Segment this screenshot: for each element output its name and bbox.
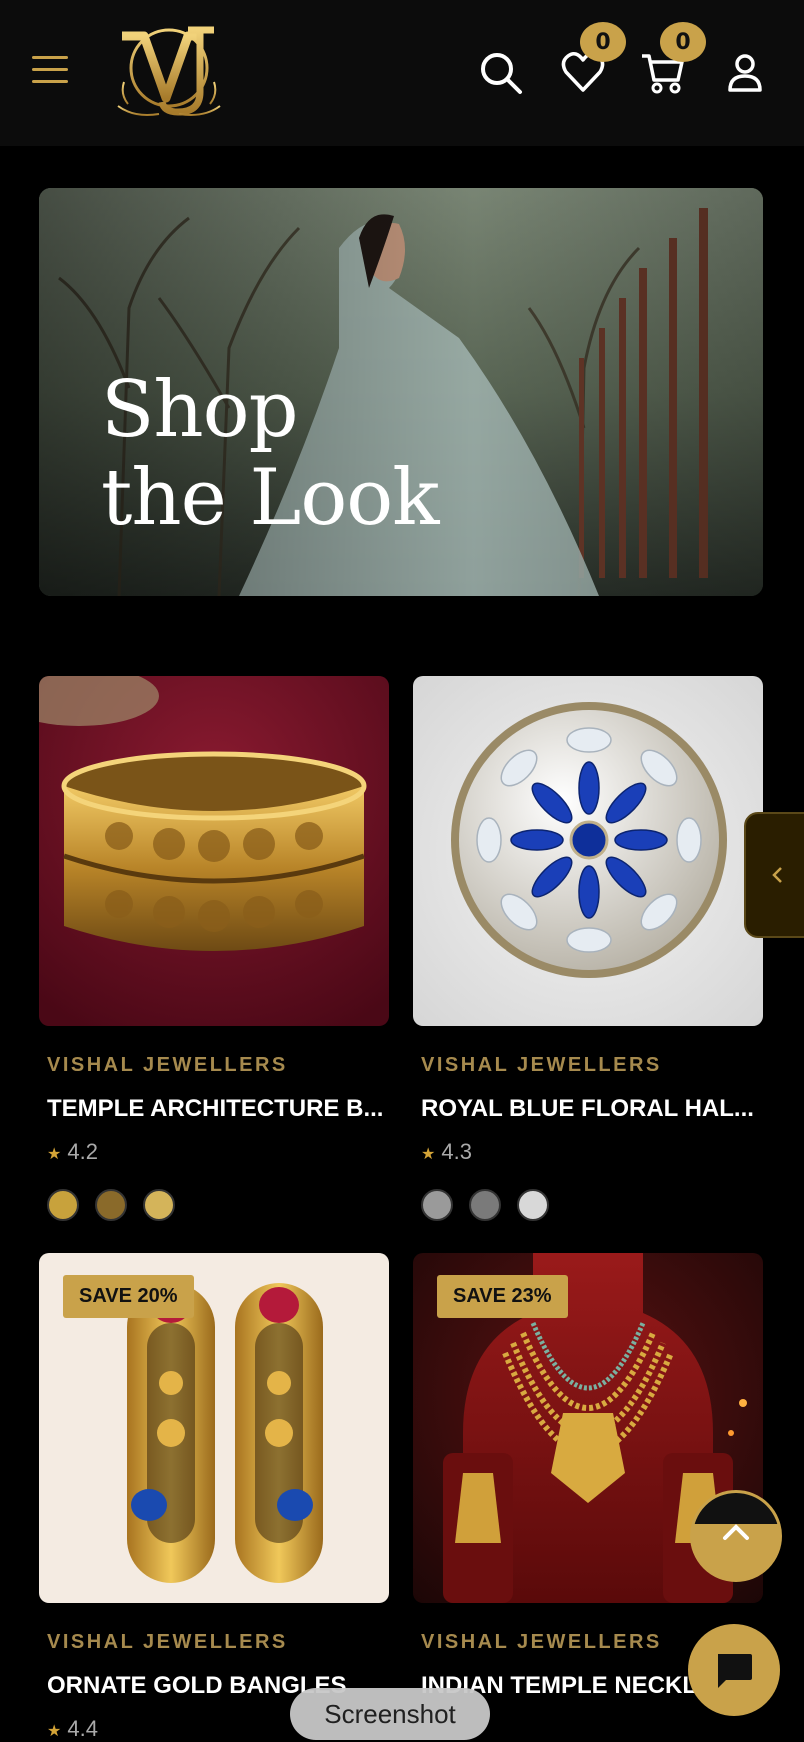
scroll-to-top-button[interactable] [690, 1490, 782, 1582]
product-image[interactable] [39, 676, 389, 1026]
rating-value: 4.2 [67, 1139, 98, 1164]
product-card[interactable]: VISHAL JEWELLERS ROYAL BLUE FLORAL HAL..… [413, 676, 763, 1221]
discount-badge: SAVE 20% [63, 1275, 194, 1318]
product-rating: ★ 4.3 [421, 1139, 763, 1165]
product-brand: VISHAL JEWELLERS [47, 1054, 288, 1076]
star-icon: ★ [421, 1146, 436, 1163]
product-brand: VISHAL JEWELLERS [421, 1054, 662, 1076]
cart-count-badge: 0 [660, 22, 706, 62]
chevron-left-icon [772, 867, 782, 883]
color-swatch[interactable] [143, 1189, 175, 1221]
vj-monogram-logo[interactable] [104, 22, 234, 122]
rating-value: 4.3 [441, 1139, 472, 1164]
color-swatch[interactable] [517, 1189, 549, 1221]
wishlist-count-badge: 0 [580, 22, 626, 62]
discount-badge: SAVE 23% [437, 1275, 568, 1318]
side-drawer-tab[interactable] [744, 812, 804, 938]
product-brand: VISHAL JEWELLERS [47, 1631, 288, 1653]
star-icon: ★ [47, 1146, 62, 1163]
color-swatch[interactable] [47, 1189, 79, 1221]
color-swatch[interactable] [95, 1189, 127, 1221]
product-name[interactable]: TEMPLE ARCHITECTURE B... [47, 1095, 389, 1123]
product-name[interactable]: ROYAL BLUE FLORAL HAL... [421, 1095, 763, 1123]
product-image[interactable] [413, 676, 763, 1026]
hero-title-line-2: the Look [101, 453, 440, 543]
user-icon[interactable] [722, 50, 768, 96]
color-swatch[interactable] [469, 1189, 501, 1221]
rating-value: 4.4 [67, 1716, 98, 1741]
product-image[interactable]: SAVE 20% [39, 1253, 389, 1603]
color-swatch[interactable] [421, 1189, 453, 1221]
color-swatches [421, 1189, 763, 1221]
site-header: 0 0 [0, 0, 804, 146]
product-card[interactable]: VISHAL JEWELLERS TEMPLE ARCHITECTURE B..… [39, 676, 389, 1221]
chevron-up-icon [723, 1524, 749, 1540]
screenshot-pill[interactable]: Screenshot [290, 1688, 490, 1740]
hero-title: Shop the Look [101, 365, 440, 543]
chat-icon [718, 1654, 752, 1688]
hamburger-icon[interactable] [32, 56, 68, 86]
star-icon: ★ [47, 1723, 62, 1740]
search-icon[interactable] [478, 50, 524, 96]
chat-button[interactable] [688, 1624, 780, 1716]
shop-the-look-banner[interactable]: Shop the Look [39, 188, 763, 596]
color-swatches [47, 1189, 389, 1221]
hero-title-line-1: Shop [101, 365, 299, 455]
product-card[interactable]: SAVE 20% VISHAL JEWELLERS ORNATE GOLD BA… [39, 1253, 389, 1742]
product-rating: ★ 4.2 [47, 1139, 389, 1165]
